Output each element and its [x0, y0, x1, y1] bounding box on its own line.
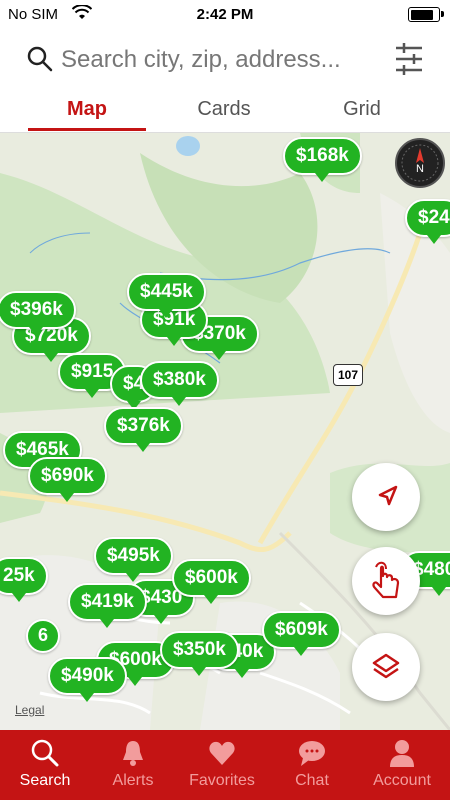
location-arrow-icon: [378, 485, 398, 506]
price-pin[interactable]: $495k: [94, 537, 173, 582]
price-pin[interactable]: $600k: [172, 559, 251, 604]
nav-favorites[interactable]: Favorites: [177, 730, 267, 800]
chat-icon: [297, 738, 327, 773]
search-input[interactable]: Search city, zip, address...: [61, 46, 341, 74]
map-view[interactable]: 107 $168k $24 $720k $396k $370k $91k $44…: [0, 133, 450, 730]
bottom-nav: Search Alerts Favorites Chat Account: [0, 730, 450, 800]
status-bar: No SIM 2:42 PM: [0, 0, 450, 30]
nav-account[interactable]: Account: [357, 730, 447, 800]
price-pin[interactable]: $445k: [127, 273, 206, 318]
price-pin[interactable]: 25k: [0, 557, 48, 602]
price-pin[interactable]: $376k: [104, 407, 183, 452]
route-shield-label: 107: [333, 364, 363, 386]
price-pin[interactable]: $396k: [0, 291, 76, 336]
clock: 2:42 PM: [196, 6, 254, 23]
price-pin[interactable]: $690k: [28, 457, 107, 502]
nav-search[interactable]: Search: [0, 730, 90, 800]
draw-area-button[interactable]: [352, 547, 420, 615]
search-bar[interactable]: Search city, zip, address...: [0, 38, 450, 84]
nav-label: Chat: [295, 772, 329, 789]
bell-icon: [118, 738, 148, 773]
cluster-pin[interactable]: 6: [26, 619, 60, 653]
search-icon: [30, 738, 60, 773]
my-location-button[interactable]: [352, 463, 420, 531]
filter-icon[interactable]: [394, 42, 424, 81]
nav-chat[interactable]: Chat: [267, 730, 357, 800]
price-pin[interactable]: $419k: [68, 583, 147, 628]
price-pin[interactable]: $350k: [160, 631, 239, 676]
search-icon: [27, 46, 53, 77]
map-layers-button[interactable]: [352, 633, 420, 701]
battery-icon: [408, 7, 444, 22]
layers-icon: [372, 653, 400, 679]
price-pin[interactable]: $609k: [262, 611, 341, 656]
price-pin[interactable]: $168k: [283, 137, 362, 182]
nav-label: Search: [19, 772, 71, 789]
legal-link[interactable]: Legal: [15, 703, 44, 717]
price-pin[interactable]: $490k: [48, 657, 127, 702]
price-pin[interactable]: $380k: [140, 361, 219, 406]
tab-map[interactable]: Map: [28, 98, 146, 121]
heart-icon: [207, 738, 237, 773]
nav-label: Alerts: [112, 772, 154, 789]
view-tabs: Map Cards Grid: [0, 92, 450, 133]
compass-icon[interactable]: N: [395, 138, 445, 188]
active-tab-indicator: [28, 128, 146, 131]
svg-text:N: N: [416, 163, 424, 175]
nav-label: Account: [373, 772, 431, 789]
hand-draw-icon: [372, 561, 400, 599]
tab-cards[interactable]: Cards: [165, 98, 283, 121]
tab-grid[interactable]: Grid: [303, 98, 421, 121]
nav-label: Favorites: [189, 772, 255, 789]
person-icon: [387, 738, 417, 773]
nav-alerts[interactable]: Alerts: [88, 730, 178, 800]
price-pin[interactable]: $24: [405, 199, 450, 244]
